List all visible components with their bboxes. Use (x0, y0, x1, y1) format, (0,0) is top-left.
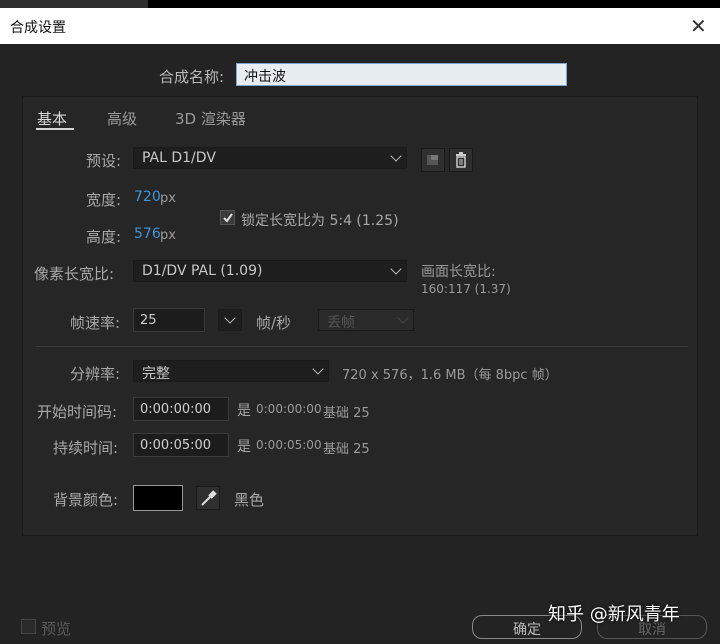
frame-aspect-value: 160:117 (1.37) (421, 282, 511, 296)
resolution-dropdown[interactable]: 完整 (133, 360, 329, 382)
eyedropper-button[interactable] (196, 486, 220, 510)
chevron-down-icon (312, 363, 324, 375)
lock-aspect-checkbox[interactable] (220, 210, 235, 225)
preview-checkbox[interactable] (21, 619, 36, 634)
divider (36, 346, 688, 347)
bg-color-name: 黑色 (234, 491, 265, 509)
save-preset-button[interactable] (421, 148, 445, 172)
tab-advanced[interactable]: 高级 (107, 108, 137, 129)
pixel-aspect-value: D1/DV PAL (1.09) (142, 263, 263, 279)
pixel-aspect-dropdown[interactable]: D1/DV PAL (1.09) (133, 260, 407, 282)
width-value[interactable]: 720 (134, 189, 161, 205)
resolution-value: 完整 (142, 366, 170, 382)
drop-frame-dropdown: 丢帧 (318, 309, 414, 331)
duration-base: 基础 25 (323, 442, 370, 457)
drop-frame-value: 丢帧 (327, 315, 355, 331)
width-unit: px (160, 191, 176, 206)
preset-value: PAL D1/DV (142, 150, 216, 166)
comp-name-label: 合成名称: (159, 68, 225, 86)
background-strip (0, 0, 720, 8)
watermark-text: 知乎 @新风青年 (548, 604, 680, 625)
frame-rate-unit: 帧/秒 (256, 314, 292, 332)
chevron-down-icon (390, 150, 402, 162)
duration-eq-value: 0:00:05:00 (256, 438, 322, 452)
delete-preset-button[interactable] (449, 148, 473, 172)
duration-label: 持续时间: (53, 439, 119, 457)
bg-color-label: 背景颜色: (53, 491, 119, 509)
pixel-aspect-label: 像素长宽比: (34, 265, 115, 283)
frame-rate-input[interactable]: 25 (133, 308, 205, 332)
frame-rate-label: 帧速率: (70, 314, 121, 332)
bg-color-swatch[interactable] (133, 485, 183, 511)
eyedropper-icon (201, 490, 217, 506)
start-timecode-eq: 是 (237, 403, 251, 419)
start-timecode-label: 开始时间码: (37, 403, 118, 421)
lock-aspect-label: 锁定长宽比为 5:4 (1.25) (241, 213, 399, 229)
trash-icon (456, 152, 466, 168)
chevron-down-icon (390, 263, 402, 275)
height-value[interactable]: 576 (134, 226, 161, 242)
comp-name-input[interactable]: 冲击波 (236, 63, 567, 86)
height-label: 高度: (86, 228, 122, 246)
preset-label: 预设: (86, 152, 122, 170)
preview-label: 预览 (41, 620, 72, 638)
preset-dropdown[interactable]: PAL D1/DV (133, 147, 407, 169)
height-unit: px (160, 228, 176, 243)
tab-basic[interactable]: 基本 (37, 108, 67, 129)
start-timecode-input[interactable]: 0:00:00:00 (133, 397, 229, 421)
checkmark-icon (223, 213, 233, 223)
chevron-down-icon (397, 312, 409, 324)
chevron-down-icon (224, 312, 236, 324)
start-timecode-eq-value: 0:00:00:00 (256, 402, 322, 416)
window-title: 合成设置 (10, 20, 66, 36)
duration-eq: 是 (237, 439, 251, 455)
duration-input[interactable]: 0:00:05:00 (133, 433, 229, 457)
title-bar: 合成设置 ✕ (0, 8, 720, 44)
resolution-info: 720 x 576，1.6 MB（每 8bpc 帧） (342, 368, 558, 383)
tab-3d-renderer[interactable]: 3D 渲染器 (175, 108, 246, 129)
width-label: 宽度: (86, 191, 122, 209)
active-tab-indicator (36, 128, 74, 130)
start-timecode-base: 基础 25 (323, 406, 370, 421)
close-icon[interactable]: ✕ (690, 14, 707, 38)
frame-rate-dropdown[interactable] (218, 309, 242, 331)
resolution-label: 分辨率: (70, 365, 121, 383)
save-preset-icon (427, 155, 438, 165)
frame-aspect-label: 画面长宽比: (421, 264, 496, 280)
